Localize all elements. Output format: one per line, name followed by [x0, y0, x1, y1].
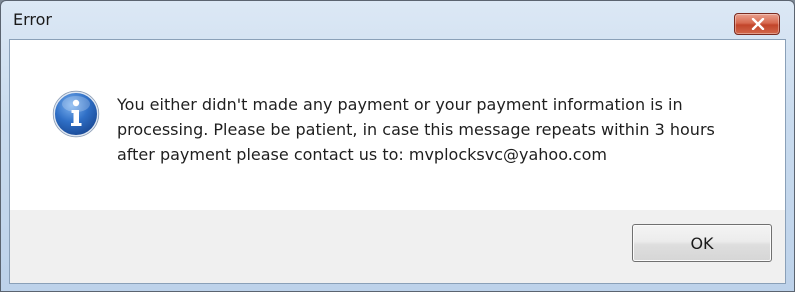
titlebar[interactable]: Error — [1, 1, 794, 39]
dialog-body: You either didn't made any payment or yo… — [9, 39, 786, 284]
close-button[interactable] — [734, 13, 780, 35]
window-title: Error — [13, 10, 52, 29]
info-icon — [52, 90, 100, 138]
ok-button[interactable]: OK — [632, 224, 772, 262]
close-icon — [751, 18, 765, 30]
error-message: You either didn't made any payment or yo… — [117, 95, 715, 164]
error-dialog-window: Error You either didn't made any payment… — [0, 0, 795, 292]
message-area: You either didn't made any payment or yo… — [10, 40, 785, 210]
